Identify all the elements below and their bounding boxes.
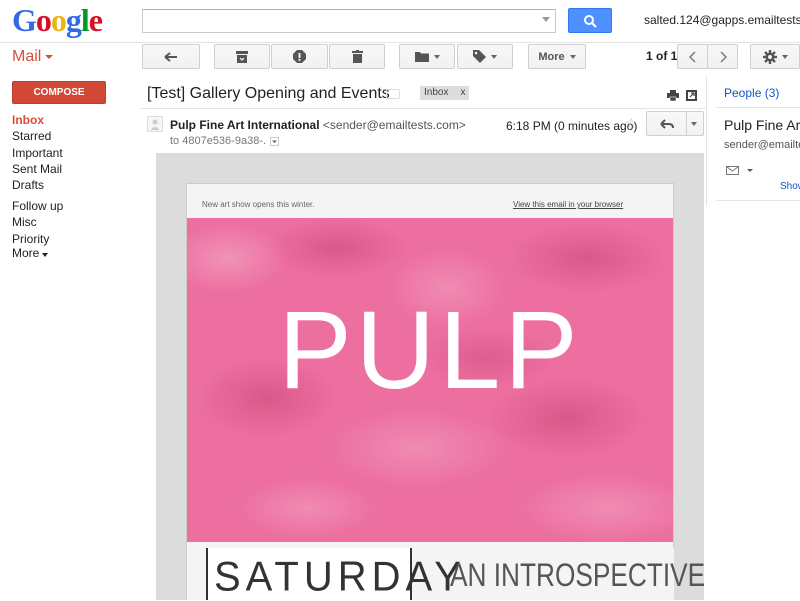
sender-email: <sender@emailtests.com> [322,118,466,132]
move-to-button[interactable] [399,44,455,69]
more-reply-options-icon[interactable] [691,122,697,126]
chevron-down-icon [45,54,54,59]
nav-more[interactable]: More [12,246,49,260]
google-logo[interactable]: Google [12,2,103,39]
label-tag-icon[interactable] [386,89,400,99]
settings-button[interactable] [750,44,800,69]
remove-label-icon[interactable]: x [460,87,465,98]
view-in-browser-link[interactable]: View this email in your browser [513,200,623,209]
older-button[interactable] [707,44,738,69]
reply-icon [660,119,674,129]
sender-avatar [147,116,163,132]
subject-divider [140,108,706,109]
compose-button[interactable]: COMPOSE [12,81,106,104]
sender-line: Pulp Fine Art International <sender@emai… [170,118,466,132]
email-icon [726,166,753,175]
contact-email: sender@emailte [724,139,800,151]
back-arrow-icon [164,51,177,62]
print-icon[interactable] [667,88,679,106]
search-icon [584,15,597,28]
email-preheader: New art show opens this winter. [202,200,315,209]
archive-icon [236,50,248,63]
sender-name[interactable]: Pulp Fine Art International [170,118,320,132]
pagination-count: 1 of 1 [646,49,678,63]
people-separator-bottom [716,200,800,201]
nav-important[interactable]: Important [12,146,63,160]
search-button[interactable] [568,8,612,33]
contact-name[interactable]: Pulp Fine Art I [724,117,800,133]
report-spam-button[interactable] [271,44,328,69]
nav-inbox[interactable]: Inbox [12,113,44,127]
mail-switcher[interactable]: Mail [12,48,54,66]
inbox-label-chip[interactable]: Inbox x [420,86,470,100]
more-label: More [538,50,565,63]
nav-drafts[interactable]: Drafts [12,178,44,192]
label-tag-icon [473,50,486,63]
nav-priority[interactable]: Priority [12,232,49,246]
gear-icon [762,49,777,64]
saturday-heading: SATURDAY [214,553,466,601]
header-divider [0,42,800,43]
person-icon [150,119,160,130]
nav-sent-mail[interactable]: Sent Mail [12,162,62,176]
hero-title: PULP [278,289,582,412]
reply-button[interactable] [646,111,704,136]
archive-button[interactable] [214,44,270,69]
nav-starred[interactable]: Starred [12,129,51,143]
star-icon[interactable]: ☆ [625,115,638,132]
people-divider [706,76,707,206]
contact-actions[interactable] [726,163,756,181]
message-date: 6:18 PM (0 minutes ago) [506,119,638,133]
show-details-link[interactable]: Show [780,181,800,192]
account-email[interactable]: salted.124@gapps.emailtests.com [644,13,800,27]
new-window-icon[interactable] [686,88,697,106]
people-separator [716,107,800,108]
chevron-down-icon [491,54,497,59]
chevron-down-icon [42,253,49,257]
search-input[interactable] [142,9,556,33]
chevron-down-icon [433,54,440,59]
trash-icon [351,50,363,63]
recipient-details-dropdown[interactable] [270,136,280,146]
recipient-line: to 4807e536-9a38-. [170,135,280,147]
chevron-down-icon [569,54,576,59]
folder-icon [414,52,429,62]
chevron-right-icon [719,50,727,63]
more-actions-button[interactable]: More [528,44,586,69]
chevron-down-icon [272,140,278,143]
hero-banner[interactable]: PULP [187,218,673,542]
newer-button[interactable] [677,44,708,69]
people-header[interactable]: People (3) [724,86,779,100]
back-to-inbox-button[interactable] [142,44,200,69]
chevron-down-icon [781,54,788,59]
labels-button[interactable] [457,44,513,69]
nav-misc[interactable]: Misc [12,215,37,229]
message-subject: [Test] Gallery Opening and Events [147,85,390,102]
search-options-chevron-icon[interactable] [542,17,550,22]
nav-follow-up[interactable]: Follow up [12,199,63,213]
introspective-heading: AN INTROSPECTIVE [450,557,706,593]
chevron-left-icon [688,50,696,63]
delete-button[interactable] [329,44,385,69]
spam-alert-icon [293,50,306,63]
